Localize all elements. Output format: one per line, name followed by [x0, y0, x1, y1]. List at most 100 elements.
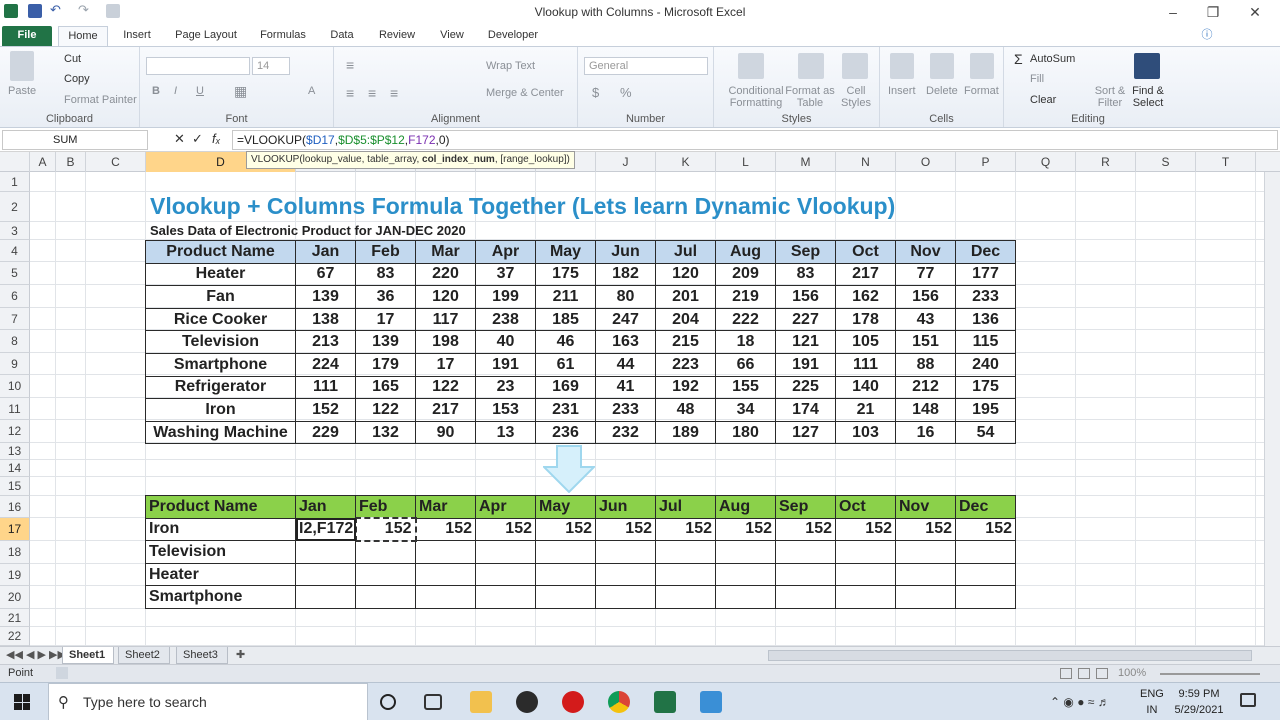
value-cell[interactable] [895, 585, 956, 609]
insert-function-icon[interactable]: fₓ [212, 131, 221, 146]
product-name-cell[interactable]: Television [145, 540, 296, 564]
value-cell[interactable]: 120 [655, 262, 716, 287]
value-cell[interactable] [595, 562, 656, 587]
value-cell[interactable] [775, 540, 836, 564]
sheet-subheading[interactable]: Sales Data of Electronic Product for JAN… [150, 223, 466, 238]
column-header-a[interactable]: A [30, 152, 56, 172]
column-header-l[interactable]: L [716, 152, 776, 172]
value-cell[interactable]: 215 [655, 330, 716, 354]
insert-sheet-icon[interactable]: ✚ [236, 648, 245, 661]
value-cell[interactable]: 152 [955, 517, 1016, 542]
row-header-22[interactable]: 22 [0, 627, 30, 646]
font-name-combo[interactable] [146, 57, 250, 75]
opera-icon[interactable] [562, 691, 584, 713]
header-cell[interactable]: May [535, 240, 596, 264]
active-edit-cell[interactable]: I2,F172 [295, 517, 356, 542]
name-box[interactable]: SUM [2, 130, 148, 150]
value-cell[interactable]: 204 [655, 307, 716, 332]
row-header-2[interactable]: 2 [0, 192, 30, 222]
zoom-slider[interactable] [1160, 673, 1260, 675]
value-cell[interactable]: 152 [295, 398, 356, 422]
value-cell[interactable]: 156 [775, 285, 836, 309]
obs-icon[interactable] [516, 691, 538, 713]
cell-styles-button[interactable]: Cell Styles [838, 85, 874, 109]
row-header-12[interactable]: 12 [0, 420, 30, 443]
help-icon[interactable]: ⓘ [1198, 26, 1216, 46]
sheet-tab-1[interactable]: Sheet1 [62, 647, 114, 664]
wrap-text-button[interactable]: Wrap Text [486, 60, 535, 72]
product-name-cell[interactable]: Iron [145, 398, 296, 422]
value-cell[interactable] [955, 540, 1016, 564]
value-cell[interactable]: 139 [355, 330, 416, 354]
merge-center-button[interactable]: Merge & Center [486, 87, 564, 99]
value-cell[interactable]: 43 [895, 307, 956, 332]
value-cell[interactable]: 40 [475, 330, 536, 354]
value-cell[interactable]: 136 [955, 307, 1016, 332]
value-cell[interactable] [475, 562, 536, 587]
value-cell[interactable]: 88 [895, 352, 956, 377]
header-cell[interactable]: Mar [415, 495, 476, 519]
value-cell[interactable]: 191 [475, 352, 536, 377]
value-cell[interactable]: 105 [835, 330, 896, 354]
header-cell[interactable]: Apr [475, 240, 536, 264]
value-cell[interactable]: 222 [715, 307, 776, 332]
value-cell[interactable]: 217 [415, 398, 476, 422]
tab-developer[interactable]: Developer [480, 26, 546, 46]
file-explorer-icon[interactable] [470, 691, 492, 713]
tab-insert[interactable]: Insert [112, 26, 162, 46]
enter-icon[interactable]: ✓ [192, 131, 203, 147]
header-cell[interactable]: Feb [355, 495, 416, 519]
value-cell[interactable]: 185 [535, 307, 596, 332]
value-cell[interactable]: 198 [415, 330, 476, 354]
bold-button[interactable]: B [152, 85, 160, 97]
clear-button[interactable]: Clear [1030, 94, 1056, 106]
value-cell[interactable]: 227 [775, 307, 836, 332]
header-cell[interactable]: Nov [895, 495, 956, 519]
horizontal-scrollbar[interactable] [768, 650, 1252, 661]
value-cell[interactable]: 54 [955, 420, 1016, 445]
copy-button[interactable]: Copy [64, 73, 90, 85]
value-cell[interactable] [955, 562, 1016, 587]
header-cell[interactable]: Jan [295, 240, 356, 264]
value-cell[interactable]: 111 [295, 375, 356, 400]
windows-start-icon[interactable] [14, 694, 30, 710]
value-cell[interactable]: 138 [295, 307, 356, 332]
notification-icon[interactable] [1240, 693, 1256, 707]
header-cell[interactable]: Nov [895, 240, 956, 264]
product-name-cell[interactable]: Fan [145, 285, 296, 309]
value-cell[interactable]: 117 [415, 307, 476, 332]
header-cell[interactable]: Sep [775, 495, 836, 519]
value-cell[interactable]: 13 [475, 420, 536, 445]
header-cell[interactable]: Sep [775, 240, 836, 264]
align-left-icon[interactable]: ≡ [346, 85, 354, 101]
borders-icon[interactable]: ▦ [234, 83, 247, 100]
close-button[interactable]: ✕ [1240, 2, 1270, 22]
value-cell[interactable]: 83 [355, 262, 416, 287]
value-cell[interactable]: 233 [955, 285, 1016, 309]
value-cell[interactable]: 111 [835, 352, 896, 377]
value-cell[interactable] [355, 562, 416, 587]
value-cell[interactable]: 219 [715, 285, 776, 309]
value-cell[interactable] [895, 562, 956, 587]
value-cell[interactable] [535, 562, 596, 587]
column-header-o[interactable]: O [896, 152, 956, 172]
column-header-n[interactable]: N [836, 152, 896, 172]
header-cell[interactable]: Product Name [145, 495, 296, 519]
tab-home[interactable]: Home [58, 26, 108, 46]
value-cell[interactable]: 180 [715, 420, 776, 445]
value-cell[interactable]: 83 [775, 262, 836, 287]
header-cell[interactable]: Aug [715, 495, 776, 519]
row-header-9[interactable]: 9 [0, 353, 30, 375]
italic-button[interactable]: I [174, 85, 177, 97]
value-cell[interactable] [535, 585, 596, 609]
row-header-17[interactable]: 17 [0, 518, 30, 541]
tab-page-layout[interactable]: Page Layout [168, 26, 244, 46]
fill-button[interactable]: Fill [1030, 73, 1044, 85]
value-cell[interactable]: 152 [775, 517, 836, 542]
product-name-cell[interactable]: Rice Cooker [145, 307, 296, 332]
column-header-p[interactable]: P [956, 152, 1016, 172]
value-cell[interactable]: 41 [595, 375, 656, 400]
value-cell[interactable] [535, 540, 596, 564]
number-format-combo[interactable]: General [584, 57, 708, 75]
value-cell[interactable]: 199 [475, 285, 536, 309]
